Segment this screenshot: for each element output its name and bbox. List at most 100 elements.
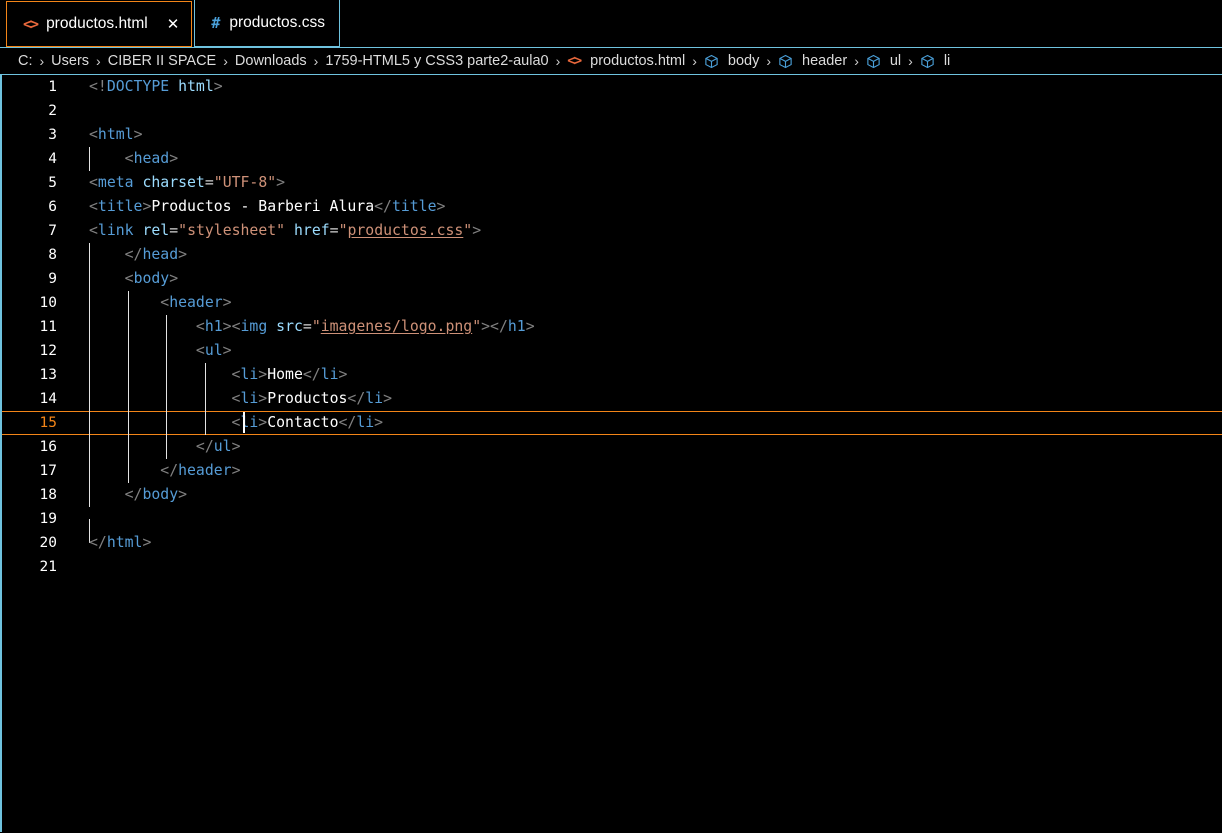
code-text[interactable]: <!DOCTYPE html> [57, 75, 1222, 99]
line-number: 12 [39, 343, 57, 359]
code-text[interactable]: <li>Productos</li> [57, 387, 1222, 411]
code-line[interactable]: 2 [2, 99, 1222, 123]
code-text[interactable]: </html> [57, 531, 1222, 555]
code-line[interactable]: 4 <head> [2, 147, 1222, 171]
breadcrumb-item-c[interactable]: C: [18, 53, 33, 69]
editor-tab-bar: <> productos.html ✕ # productos.css [0, 0, 1222, 48]
code-text[interactable]: <h1><img src="imagenes/logo.png"></h1> [57, 315, 1222, 339]
breadcrumb-item-productos-html[interactable]: <> productos.html [567, 53, 685, 69]
symbol-cube-icon [867, 54, 880, 68]
code-source: <header> [160, 294, 232, 311]
breadcrumb-item-label: productos.html [590, 53, 686, 69]
line-number: 20 [39, 535, 57, 551]
code-line[interactable]: 19 [2, 507, 1222, 543]
line-number: 19 [39, 511, 57, 527]
code-line[interactable]: 1 <!DOCTYPE html> [2, 75, 1222, 99]
code-line[interactable]: 6 <title>Productos - Barberi Alura</title… [2, 195, 1222, 219]
breadcrumb-item-downloads[interactable]: Downloads [235, 53, 307, 69]
code-source: <body> [124, 270, 179, 287]
code-lines: 1 <!DOCTYPE html> 2 3 <html> 4 <head> 5 <meta c… [2, 75, 1222, 579]
code-text[interactable]: <head> [57, 147, 1222, 171]
code-text[interactable]: <li>Contacto</li> [57, 411, 1222, 435]
tab-productos-css[interactable]: # productos.css [194, 0, 340, 47]
breadcrumb-item-label: ul [889, 53, 902, 69]
css-icon: # [211, 13, 221, 32]
code-line[interactable]: 20 </html> [2, 531, 1222, 555]
line-number: 6 [48, 199, 57, 215]
text-cursor [243, 412, 246, 433]
breadcrumb-item-label: Users [51, 53, 90, 69]
symbol-cube-icon [705, 54, 718, 68]
code-text[interactable]: </head> [57, 243, 1222, 267]
code-line[interactable]: 8 </head> [2, 243, 1222, 267]
line-number: 8 [48, 247, 57, 263]
breadcrumb-item-label: li [943, 53, 951, 69]
code-source: <meta charset="UTF-8"> [89, 174, 286, 191]
code-text[interactable]: <ul> [57, 339, 1222, 363]
code-text[interactable]: <title>Productos - Barberi Alura</title> [57, 195, 1222, 219]
code-text[interactable]: <meta charset="UTF-8"> [57, 171, 1222, 195]
breadcrumb-separator: › [313, 53, 319, 69]
breadcrumb-separator: › [555, 53, 561, 69]
breadcrumb-item-1759-html5-y-css3-parte2-aula0[interactable]: 1759-HTML5 y CSS3 parte2-aula0 [325, 53, 548, 69]
breadcrumb-item-users[interactable]: Users [51, 53, 89, 69]
code-line[interactable]: 18 </body> [2, 483, 1222, 507]
line-number: 3 [48, 127, 57, 143]
code-text[interactable]: <body> [57, 267, 1222, 291]
code-line[interactable]: 3 <html> [2, 123, 1222, 147]
code-line[interactable]: 17 </header> [2, 459, 1222, 483]
breadcrumb-item-body[interactable]: body [704, 53, 759, 69]
breadcrumb-item-label: Downloads [234, 53, 307, 69]
line-number: 18 [39, 487, 57, 503]
breadcrumb-item-label: CIBER II SPACE [107, 53, 217, 69]
breadcrumb-separator: › [766, 53, 772, 69]
code-text[interactable]: <li>Home</li> [57, 363, 1222, 387]
breadcrumb-item-label: body [727, 53, 760, 69]
symbol-cube-icon [921, 54, 934, 68]
code-text[interactable]: <html> [57, 123, 1222, 147]
breadcrumb-item-ul[interactable]: ul [866, 53, 901, 69]
code-line[interactable]: 5 <meta charset="UTF-8"> [2, 171, 1222, 195]
line-number: 4 [48, 151, 57, 167]
line-number: 14 [39, 391, 57, 407]
breadcrumb-item-header[interactable]: header [778, 53, 847, 69]
tab-productos-html[interactable]: <> productos.html ✕ [6, 1, 193, 47]
code-line[interactable]: 9 <body> [2, 267, 1222, 291]
code-line[interactable]: 7 <link rel="stylesheet" href="productos.… [2, 219, 1222, 243]
code-source: <li>Home</li> [231, 366, 348, 383]
code-source: </ul> [195, 438, 241, 455]
code-text[interactable]: </ul> [57, 435, 1222, 459]
code-line[interactable]: 14 <li>Productos</li> [2, 387, 1222, 411]
symbol-cube-icon [779, 54, 792, 68]
line-number: 11 [39, 319, 57, 335]
code-line[interactable]: 11 <h1><img src="imagenes/logo.png"></h1… [2, 315, 1222, 339]
code-source: </head> [124, 246, 188, 263]
code-text[interactable]: <link rel="stylesheet" href="productos.c… [57, 219, 1222, 243]
breadcrumb-separator: › [223, 53, 228, 69]
line-number: 9 [48, 271, 57, 287]
close-icon[interactable]: ✕ [167, 16, 180, 32]
code-text[interactable]: </header> [57, 459, 1222, 483]
breadcrumb-item-label: header [802, 53, 848, 69]
code-source: <head> [124, 150, 179, 167]
code-line[interactable]: 15 <li>Contacto</li> [2, 411, 1222, 435]
breadcrumb-item-ciber-ii-space[interactable]: CIBER II SPACE [108, 53, 217, 69]
breadcrumb-separator: › [854, 53, 859, 69]
breadcrumb-item-label: C: [18, 53, 33, 69]
code-line[interactable]: 12 <ul> [2, 339, 1222, 363]
code-line[interactable]: 13 <li>Home</li> [2, 363, 1222, 387]
line-number: 21 [39, 559, 57, 575]
line-number: 13 [39, 367, 57, 383]
code-line[interactable]: 16 </ul> [2, 435, 1222, 459]
code-editor[interactable]: 1 <!DOCTYPE html> 2 3 <html> 4 <head> 5 <meta c… [0, 75, 1222, 832]
breadcrumb-item-li[interactable]: li [920, 53, 950, 69]
code-source: </html> [89, 534, 152, 551]
code-line[interactable]: 10 <header> [2, 291, 1222, 315]
code-line[interactable]: 21 [2, 555, 1222, 579]
code-text[interactable]: </body> [57, 483, 1222, 507]
line-number: 16 [39, 439, 57, 455]
tab-label: productos.css [229, 14, 325, 31]
code-source: <html> [89, 126, 143, 143]
code-source: <li>Productos</li> [231, 390, 392, 407]
code-text[interactable]: <header> [57, 291, 1222, 315]
